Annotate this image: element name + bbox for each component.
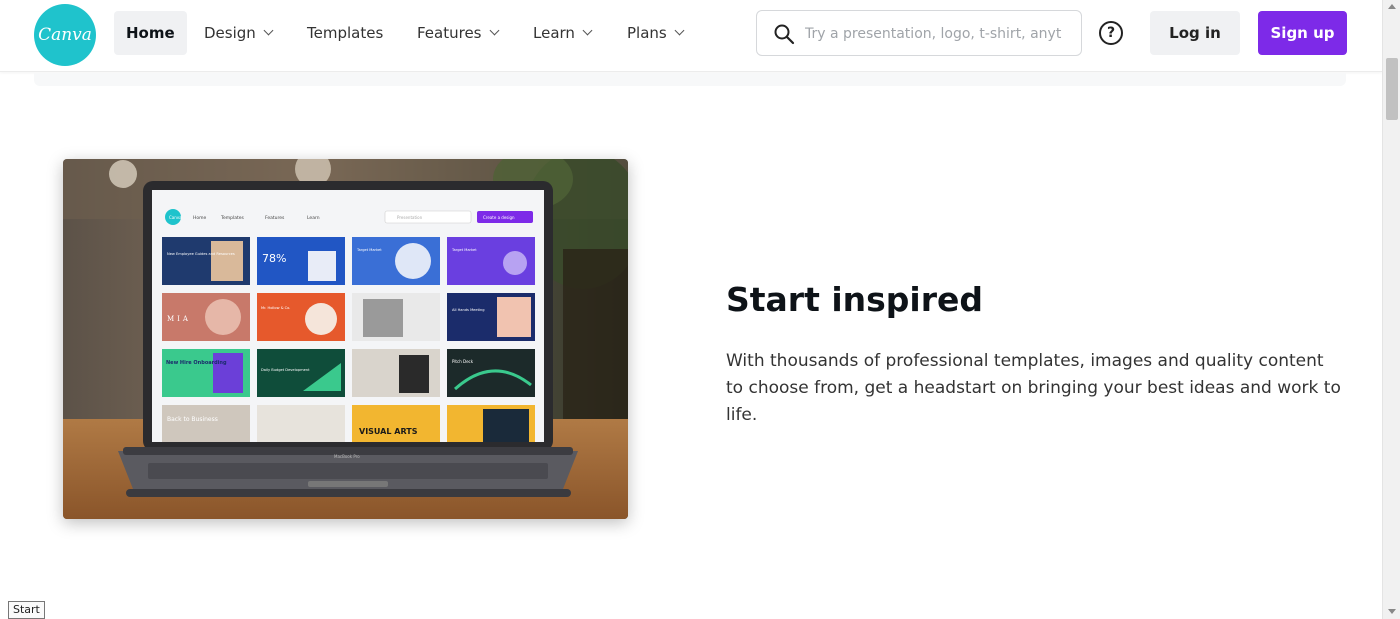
canva-logo[interactable]: Canva: [34, 4, 96, 66]
laptop-hero-image: Canva Home Templates Features Learn Pres…: [63, 159, 628, 519]
chevron-down-icon: [489, 25, 499, 36]
tooltip-start: Start: [8, 601, 45, 619]
nav-templates-label: Templates: [307, 24, 384, 42]
nav-home[interactable]: Home: [114, 11, 187, 55]
nav-features-label: Features: [417, 24, 482, 42]
screen-tile-pitch-deck: Pitch Deck: [452, 359, 474, 364]
chevron-down-icon: [674, 25, 685, 36]
secondary-bar: [34, 73, 1346, 86]
chevron-down-icon: [263, 25, 274, 36]
screen-tile-percent: 78%: [262, 252, 286, 265]
laptop-illustration: Canva Home Templates Features Learn Pres…: [63, 159, 628, 519]
nav-learn-label: Learn: [533, 24, 575, 42]
search-box[interactable]: [756, 10, 1082, 56]
screen-tile-back-to-business: Back to Business: [167, 416, 218, 423]
screen-tile-employee-guides: New Employee Guides and Resources: [167, 252, 235, 256]
nav-templates[interactable]: Templates: [295, 11, 395, 55]
screen-nav-features: Features: [265, 215, 285, 221]
screen-nav-templates: Templates: [220, 215, 245, 221]
log-in-button[interactable]: Log in: [1150, 11, 1240, 55]
screen-tile-visual-arts: VISUAL ARTS: [359, 427, 418, 436]
vertical-scrollbar[interactable]: [1382, 0, 1400, 619]
scroll-down-arrow-icon[interactable]: [1388, 609, 1396, 614]
chevron-down-icon: [582, 25, 593, 36]
nav-design-label: Design: [204, 24, 256, 42]
section-description: With thousands of professional templates…: [726, 351, 1341, 425]
search-input[interactable]: [805, 21, 1071, 47]
sign-up-button[interactable]: Sign up: [1258, 11, 1347, 55]
nav-features[interactable]: Features: [405, 11, 510, 55]
screen-tile-mia: MIA: [167, 315, 191, 323]
scroll-up-arrow-icon[interactable]: [1388, 4, 1396, 9]
screen-search-placeholder: Presentation: [397, 215, 423, 220]
screen-tile-onboarding: New Hire Onboarding: [166, 360, 227, 366]
screen-tile-target-market-2: Target Market: [451, 248, 477, 252]
screen-nav-home: Home: [193, 215, 207, 221]
top-navigation-bar: Canva Home Design Templates Features Lea…: [0, 0, 1382, 72]
screen-nav-learn: Learn: [307, 215, 320, 221]
screen-tile-daily-budget: Daily Budget Development: [261, 368, 310, 372]
nav-learn[interactable]: Learn: [521, 11, 603, 55]
nav-home-label: Home: [126, 24, 175, 42]
nav-plans[interactable]: Plans: [615, 11, 695, 55]
screen-tile-all-hands: All Hands Meeting: [452, 308, 485, 312]
laptop-base-label: MacBook Pro: [334, 454, 360, 459]
nav-plans-label: Plans: [627, 24, 667, 42]
screen-tile-hollow: Mr. Hollow & Co.: [261, 306, 290, 310]
screen-logo-text: Canva: [169, 215, 182, 220]
scrollbar-thumb[interactable]: [1386, 58, 1398, 120]
screen-tile-target-market: Target Market: [356, 248, 382, 252]
help-icon[interactable]: ?: [1099, 21, 1123, 45]
section-headline: Start inspired: [726, 280, 984, 319]
nav-design[interactable]: Design: [192, 11, 284, 55]
search-icon: [774, 24, 795, 45]
screen-create-button-label: Create a design: [483, 215, 515, 220]
